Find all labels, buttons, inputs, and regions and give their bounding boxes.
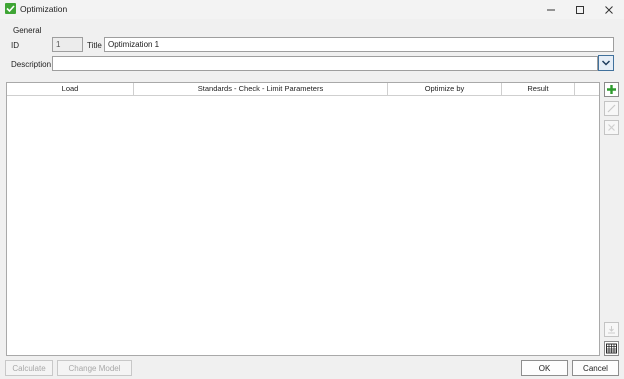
pencil-icon (607, 104, 616, 113)
id-label: ID (11, 41, 19, 50)
description-dropdown-button[interactable] (598, 55, 614, 71)
change-model-button[interactable]: Change Model (57, 360, 132, 376)
title-bar: Optimization (0, 0, 624, 19)
import-button[interactable] (604, 322, 619, 337)
id-field: 1 (52, 37, 83, 52)
column-header-optimize-by[interactable]: Optimize by (388, 83, 502, 95)
add-button[interactable] (604, 82, 619, 97)
minimize-button[interactable] (537, 0, 565, 19)
table-view-button[interactable] (604, 341, 619, 356)
close-icon (605, 5, 613, 14)
description-input[interactable] (52, 56, 598, 71)
title-label: Title (87, 41, 102, 50)
plus-icon (607, 85, 616, 94)
general-section-label: General (13, 26, 42, 35)
cancel-button[interactable]: Cancel (572, 360, 619, 376)
table-icon (606, 343, 617, 354)
minimize-icon (547, 9, 555, 10)
edit-button[interactable] (604, 101, 619, 116)
title-input[interactable]: Optimization 1 (104, 37, 614, 52)
window-title: Optimization (20, 4, 68, 14)
checkmark-app-icon (5, 3, 16, 14)
column-header-load[interactable]: Load (7, 83, 134, 95)
close-button[interactable] (595, 0, 623, 19)
column-header-result[interactable]: Result (502, 83, 575, 95)
calculate-button[interactable]: Calculate (5, 360, 53, 376)
description-label: Description (11, 60, 52, 69)
delete-button[interactable] (604, 120, 619, 135)
optimization-table[interactable]: Load Standards - Check - Limit Parameter… (6, 82, 600, 356)
chevron-down-icon (601, 60, 611, 66)
maximize-icon (576, 5, 584, 14)
maximize-button[interactable] (566, 0, 594, 19)
delete-icon (608, 124, 615, 131)
column-header-standards[interactable]: Standards - Check - Limit Parameters (134, 83, 388, 95)
table-header: Load Standards - Check - Limit Parameter… (7, 83, 599, 96)
import-icon (608, 326, 615, 334)
ok-button[interactable]: OK (521, 360, 568, 376)
